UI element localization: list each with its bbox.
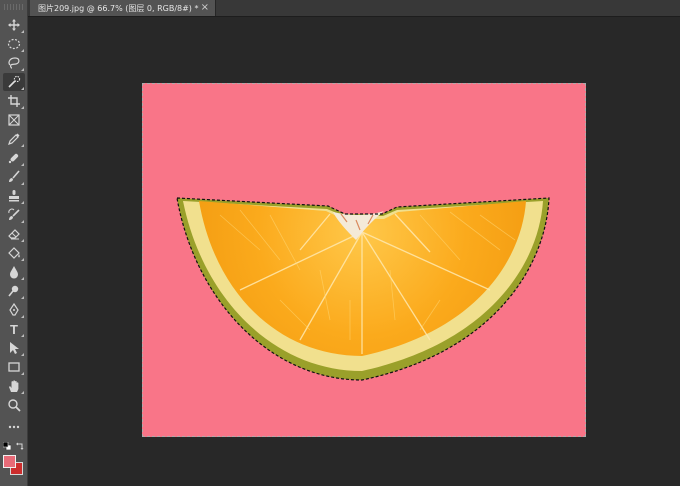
flyout-indicator: [21, 315, 24, 318]
flyout-indicator: [21, 334, 24, 337]
quick-selection-tool-button[interactable]: [3, 73, 25, 91]
flyout-indicator: [21, 391, 24, 394]
flyout-indicator: [21, 30, 24, 33]
flyout-indicator: [21, 106, 24, 109]
flyout-indicator: [21, 182, 24, 185]
paint-bucket-tool-button[interactable]: [3, 244, 25, 262]
flyout-indicator: [21, 353, 24, 356]
rectangle-icon: [8, 362, 20, 372]
zoom-tool-button[interactable]: [3, 396, 25, 414]
stamp-icon: [9, 190, 19, 202]
document-tab[interactable]: 图片209.jpg @ 66.7% (图层 0, RGB/8#) * ×: [30, 0, 216, 16]
close-icon[interactable]: ×: [201, 2, 209, 14]
dodge-tool-button[interactable]: [3, 282, 25, 300]
flyout-indicator: [21, 49, 24, 52]
tools-panel: T: [0, 0, 28, 486]
eyedropper-icon: [8, 133, 20, 145]
flyout-indicator: [21, 220, 24, 223]
move-tool-button[interactable]: [3, 16, 25, 34]
flyout-indicator: [21, 258, 24, 261]
pen-icon: [9, 303, 19, 316]
document-tab-title: 图片209.jpg @ 66.7% (图层 0, RGB/8#) *: [38, 3, 199, 13]
type-tool-button[interactable]: T: [3, 320, 25, 338]
history-brush-icon: [8, 208, 20, 220]
brush-icon: [9, 170, 20, 182]
arrow-icon: [10, 342, 19, 354]
crop-icon: [8, 95, 20, 107]
swap-colors-icon[interactable]: [15, 441, 25, 451]
flyout-indicator: [21, 372, 24, 375]
flyout-indicator: [21, 239, 24, 242]
clone-stamp-tool-button[interactable]: [3, 187, 25, 205]
ellipse-marquee-icon: [7, 38, 21, 50]
svg-text:T: T: [10, 322, 18, 336]
flyout-indicator: [21, 68, 24, 71]
quick-selection-icon: [8, 75, 21, 88]
paint-bucket-icon: [8, 247, 20, 259]
flyout-indicator: [21, 277, 24, 280]
flyout-indicator: [21, 144, 24, 147]
lasso-tool-button[interactable]: [3, 54, 25, 72]
flyout-indicator: [21, 163, 24, 166]
edit-toolbar-button[interactable]: [3, 418, 25, 436]
brush-tool-button[interactable]: [3, 168, 25, 186]
flyout-indicator: [21, 201, 24, 204]
zoom-icon: [8, 399, 21, 412]
frame-icon: [8, 114, 20, 126]
healing-brush-icon: [8, 153, 19, 164]
path-selection-tool-button[interactable]: [3, 339, 25, 357]
panel-grip[interactable]: [4, 4, 24, 10]
foreground-color-swatch[interactable]: [3, 455, 16, 468]
document-canvas[interactable]: [142, 83, 586, 437]
flyout-indicator: [21, 296, 24, 299]
crop-tool-button[interactable]: [3, 92, 25, 110]
more-icon: [8, 425, 20, 429]
lasso-icon: [8, 57, 20, 69]
eraser-icon: [8, 229, 20, 240]
hand-tool-button[interactable]: [3, 377, 25, 395]
type-icon: T: [10, 322, 18, 336]
eraser-tool-button[interactable]: [3, 225, 25, 243]
frame-tool-button[interactable]: [3, 111, 25, 129]
dodge-icon: [8, 285, 19, 297]
drop-icon: [10, 266, 18, 279]
move-icon: [8, 19, 20, 31]
flyout-indicator: [21, 87, 24, 90]
healing-brush-tool-button[interactable]: [3, 149, 25, 167]
eyedropper-tool-button[interactable]: [3, 130, 25, 148]
color-swatches: [0, 440, 28, 486]
pen-tool-button[interactable]: [3, 301, 25, 319]
hand-icon: [9, 380, 19, 392]
elliptical-marquee-tool-button[interactable]: [3, 35, 25, 53]
history-brush-tool-button[interactable]: [3, 206, 25, 224]
rectangle-tool-button[interactable]: [3, 358, 25, 376]
document-tab-bar: 图片209.jpg @ 66.7% (图层 0, RGB/8#) * ×: [28, 0, 680, 17]
blur-tool-button[interactable]: [3, 263, 25, 281]
default-colors-icon[interactable]: [3, 442, 11, 450]
